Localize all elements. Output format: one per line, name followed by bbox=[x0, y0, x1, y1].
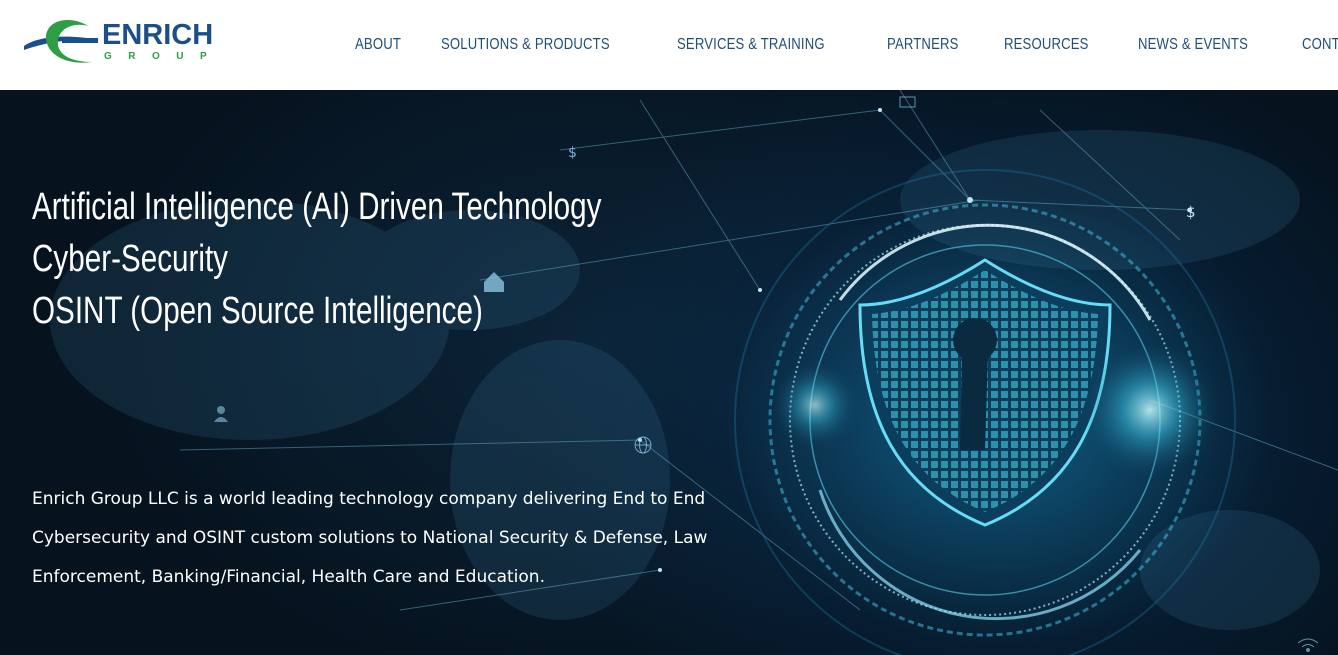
shield-lock-icon bbox=[858, 258, 1112, 527]
nav-resources[interactable]: RESOURCES bbox=[1004, 36, 1089, 54]
hero-headline-ai: Artificial Intelligence (AI) Driven Tech… bbox=[32, 186, 602, 228]
nav-solutions-products[interactable]: SOLUTIONS & PRODUCTS bbox=[441, 36, 610, 54]
hero-headline-cyber: Cyber-Security bbox=[32, 238, 229, 280]
hero-banner: $ $ Artificial Intelligence (AI) Driven … bbox=[0, 90, 1338, 655]
swoosh-icon bbox=[24, 20, 100, 63]
brand-name: ENRICH bbox=[102, 19, 214, 51]
nav-contact-us[interactable]: CONTACT US bbox=[1302, 36, 1338, 54]
nav-news-events[interactable]: NEWS & EVENTS bbox=[1138, 36, 1248, 54]
wifi-icon bbox=[1297, 638, 1319, 652]
nav-about[interactable]: ABOUT bbox=[355, 36, 401, 54]
dollar-icon: $ bbox=[1186, 203, 1196, 221]
nav-services-training[interactable]: SERVICES & TRAINING bbox=[677, 36, 825, 54]
hero-description: Enrich Group LLC is a world leading tech… bbox=[32, 489, 708, 587]
brand-subtitle: GROUP bbox=[104, 51, 224, 62]
site-header: ENRICH GROUP ABOUT SOLUTIONS & PRODUCTS … bbox=[0, 0, 1338, 90]
main-nav: ABOUT SOLUTIONS & PRODUCTS SERVICES & TR… bbox=[340, 0, 1338, 90]
nav-partners[interactable]: PARTNERS bbox=[887, 36, 959, 54]
hero-headline-osint: OSINT (Open Source Intelligence) bbox=[32, 290, 483, 332]
enrich-logo[interactable]: ENRICH GROUP bbox=[18, 16, 218, 70]
dollar-icon: $ bbox=[568, 145, 577, 161]
